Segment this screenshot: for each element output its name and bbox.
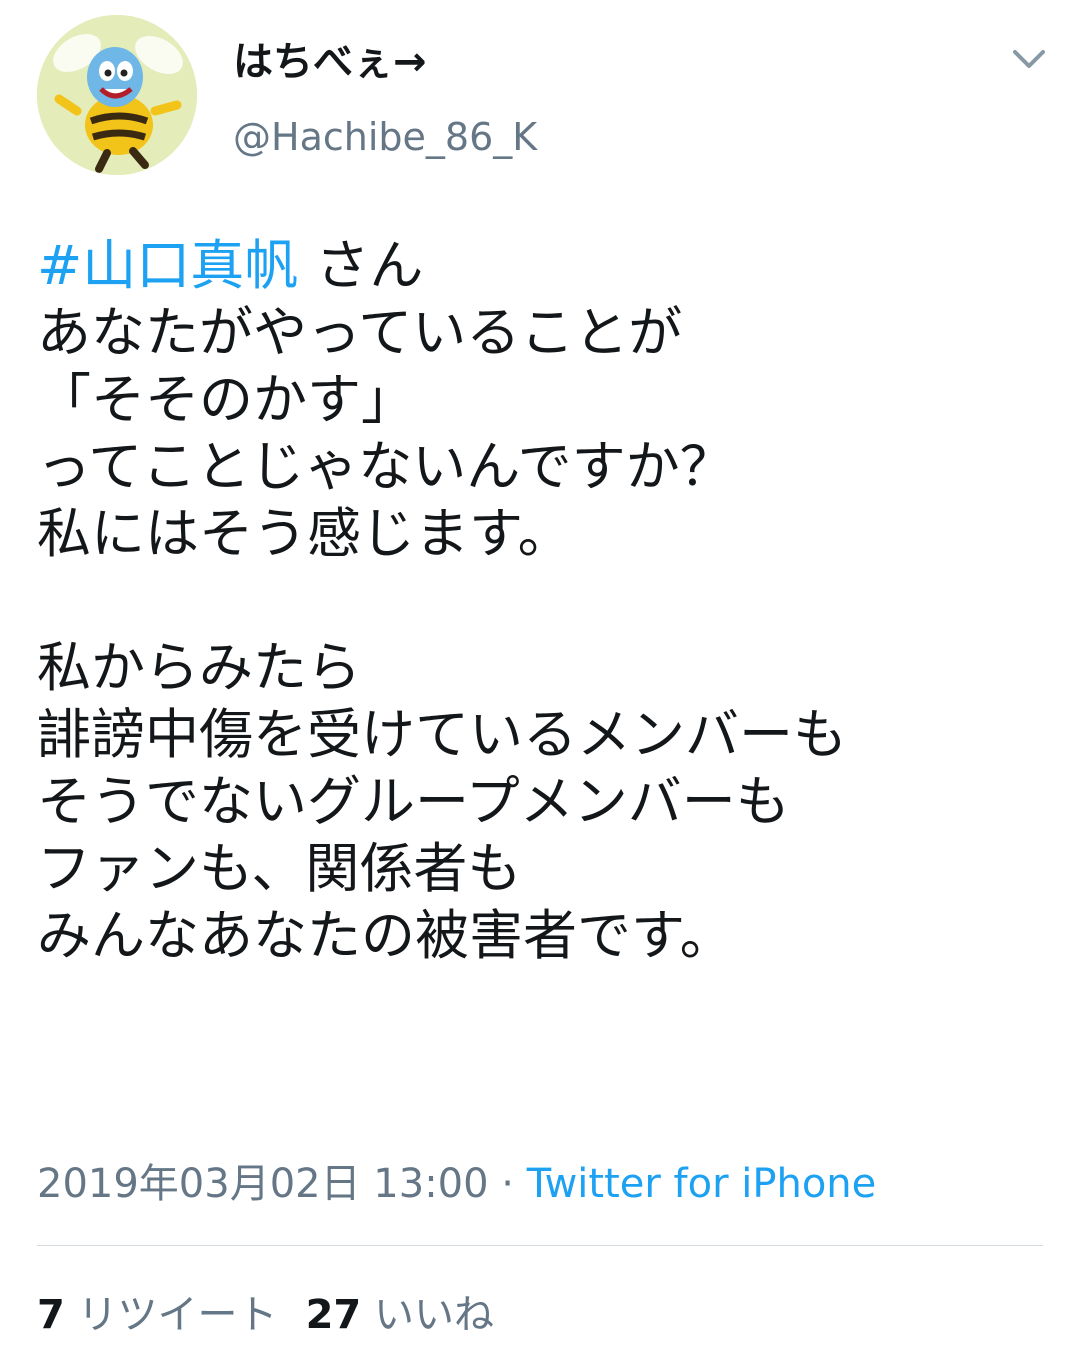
retweets-stat[interactable]: 7 リツイート <box>37 1292 278 1338</box>
tweet-line: みんなあなたの被害者です。 <box>37 904 734 967</box>
timestamp[interactable]: 2019年03月02日 13:00 <box>37 1161 489 1207</box>
tweet-line: 私からみたら <box>37 636 361 699</box>
meta-separator: · <box>488 1161 527 1207</box>
bee-character-icon <box>37 15 197 175</box>
tweet-line: ファンも、関係者も <box>37 837 522 900</box>
tweet-stats: 7 リツイート 27 いいね <box>37 1287 494 1343</box>
retweet-label: リツイート <box>77 1292 278 1338</box>
source-link[interactable]: Twitter for iPhone <box>527 1161 877 1207</box>
tweet-line: ってことじゃないんですか？ <box>37 435 734 498</box>
tweet-text: #山口真帆 さん あなたがやっていることが 「そそのかす」 ってことじゃないんで… <box>37 232 1057 969</box>
tweet-line: #山口真帆 さん <box>37 232 1057 299</box>
tweet-line: あなたがやっていることが <box>37 301 683 364</box>
tweet-text-segment: さん <box>298 234 424 297</box>
tweet-line: そうでないグループメンバーも <box>37 770 790 833</box>
retweet-count: 7 <box>37 1292 65 1338</box>
like-count: 27 <box>305 1292 362 1338</box>
tweet-line: 「そそのかす」 <box>37 368 415 431</box>
likes-stat[interactable]: 27 いいね <box>306 1292 494 1338</box>
chevron-down-icon[interactable] <box>1011 44 1047 74</box>
divider <box>37 1245 1043 1246</box>
tweet-line: 私にはそう感じます。 <box>37 502 572 565</box>
avatar[interactable] <box>37 15 197 175</box>
hashtag-link[interactable]: #山口真帆 <box>37 234 298 297</box>
tweet-meta: 2019年03月02日 13:00 · Twitter for iPhone <box>37 1156 876 1212</box>
like-label: いいね <box>373 1292 494 1338</box>
tweet-line: 誹謗中傷を受けているメンバーも <box>37 703 847 766</box>
user-handle[interactable]: @Hachibe_86_K <box>233 110 537 164</box>
display-name[interactable]: はちべぇ→ <box>233 34 427 90</box>
